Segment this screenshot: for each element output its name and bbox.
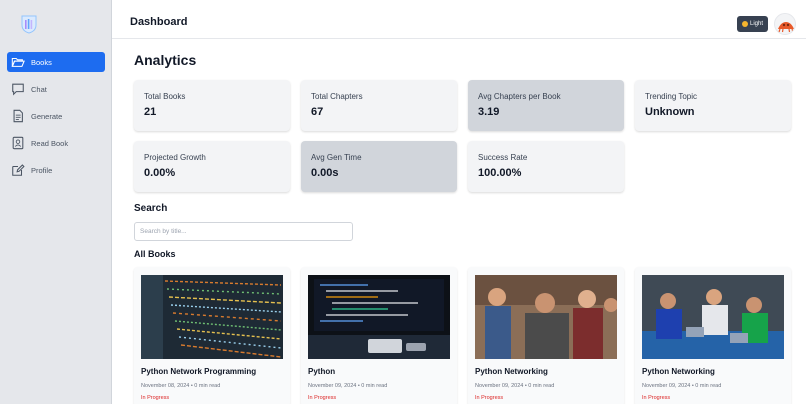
status-badge: In Progress bbox=[642, 395, 671, 401]
book-cover-image bbox=[475, 275, 617, 359]
document-icon bbox=[13, 109, 23, 123]
sidebar-item-profile[interactable]: Profile bbox=[7, 160, 105, 180]
folder-open-icon bbox=[11, 57, 25, 67]
book-title[interactable]: Python Network Programming bbox=[141, 367, 256, 376]
stat-card-projected-growth: Projected Growth 0.00% bbox=[134, 141, 290, 192]
search-heading: Search bbox=[134, 203, 168, 214]
theme-toggle-button[interactable]: Light bbox=[737, 16, 768, 32]
status-badge: In Progress bbox=[475, 395, 504, 401]
top-bar: Dashboard Light bbox=[112, 0, 806, 39]
page-title: Dashboard bbox=[130, 16, 188, 28]
book-card[interactable]: Python November 09, 2024 • 0 min read In… bbox=[301, 267, 457, 404]
main-content: Dashboard Light Analytics Total Books 21… bbox=[112, 0, 806, 404]
stat-label: Success Rate bbox=[478, 153, 528, 162]
analytics-heading: Analytics bbox=[134, 52, 197, 68]
stat-label: Trending Topic bbox=[645, 92, 698, 101]
stat-label: Avg Gen Time bbox=[311, 153, 362, 162]
sidebar-item-label: Chat bbox=[31, 84, 47, 94]
status-badge: In Progress bbox=[308, 395, 337, 401]
book-meta: November 09, 2024 • 0 min read bbox=[475, 383, 555, 389]
status-badge: In Progress bbox=[141, 395, 170, 401]
chat-icon bbox=[12, 83, 24, 96]
stat-value: Unknown bbox=[645, 106, 695, 118]
search-input[interactable] bbox=[134, 222, 353, 241]
book-title[interactable]: Python Networking bbox=[475, 367, 548, 376]
stat-label: Avg Chapters per Book bbox=[478, 92, 561, 101]
sidebar-item-generate[interactable]: Generate bbox=[7, 106, 105, 126]
theme-toggle-label: Light bbox=[749, 21, 763, 27]
edit-icon bbox=[12, 164, 25, 176]
sun-icon bbox=[741, 21, 748, 27]
stat-card-avg-gen-time: Avg Gen Time 0.00s bbox=[301, 141, 457, 192]
book-cover-image bbox=[141, 275, 283, 359]
stat-card-success-rate: Success Rate 100.00% bbox=[468, 141, 624, 192]
sidebar-item-books[interactable]: Books bbox=[7, 52, 105, 72]
book-card[interactable]: Python Networking November 09, 2024 • 0 … bbox=[468, 267, 624, 404]
stat-label: Total Chapters bbox=[311, 92, 363, 101]
book-meta: November 08, 2024 • 0 min read bbox=[141, 383, 221, 389]
stat-card-avg-chapters: Avg Chapters per Book 3.19 bbox=[468, 80, 624, 131]
book-meta: November 09, 2024 • 0 min read bbox=[642, 383, 722, 389]
stat-value: 21 bbox=[144, 106, 157, 118]
stat-card-total-chapters: Total Chapters 67 bbox=[301, 80, 457, 131]
book-meta: November 09, 2024 • 0 min read bbox=[308, 383, 388, 389]
book-card[interactable]: Python Networking November 09, 2024 • 0 … bbox=[635, 267, 791, 404]
stat-value: 0.00% bbox=[144, 167, 176, 179]
book-cover-image bbox=[642, 275, 784, 359]
book-cover-image bbox=[308, 275, 450, 359]
sidebar-item-label: Books bbox=[31, 57, 52, 67]
book-card[interactable]: Python Network Programming November 08, … bbox=[134, 267, 290, 404]
book-title[interactable]: Python bbox=[308, 367, 335, 376]
sidebar-item-label: Generate bbox=[31, 111, 63, 121]
avatar[interactable] bbox=[774, 13, 796, 35]
sidebar-item-read-book[interactable]: Read Book bbox=[7, 133, 105, 153]
stat-value: 100.00% bbox=[478, 167, 522, 179]
all-books-heading: All Books bbox=[134, 249, 176, 259]
contact-book-icon bbox=[12, 136, 24, 150]
sidebar-item-chat[interactable]: Chat bbox=[7, 79, 105, 99]
stat-value: 67 bbox=[311, 106, 324, 118]
sidebar: Books Chat Generate Read Book Profile bbox=[0, 0, 112, 404]
stat-value: 0.00s bbox=[311, 167, 339, 179]
stat-value: 3.19 bbox=[478, 106, 500, 118]
stat-card-trending-topic: Trending Topic Unknown bbox=[635, 80, 791, 131]
app-logo-icon[interactable] bbox=[18, 13, 40, 35]
user-avatar-icon bbox=[778, 22, 794, 33]
stat-label: Total Books bbox=[144, 92, 186, 101]
sidebar-item-label: Read Book bbox=[31, 138, 69, 148]
stat-card-total-books: Total Books 21 bbox=[134, 80, 290, 131]
stat-label: Projected Growth bbox=[144, 153, 206, 162]
book-title[interactable]: Python Networking bbox=[642, 367, 715, 376]
sidebar-item-label: Profile bbox=[31, 165, 53, 175]
